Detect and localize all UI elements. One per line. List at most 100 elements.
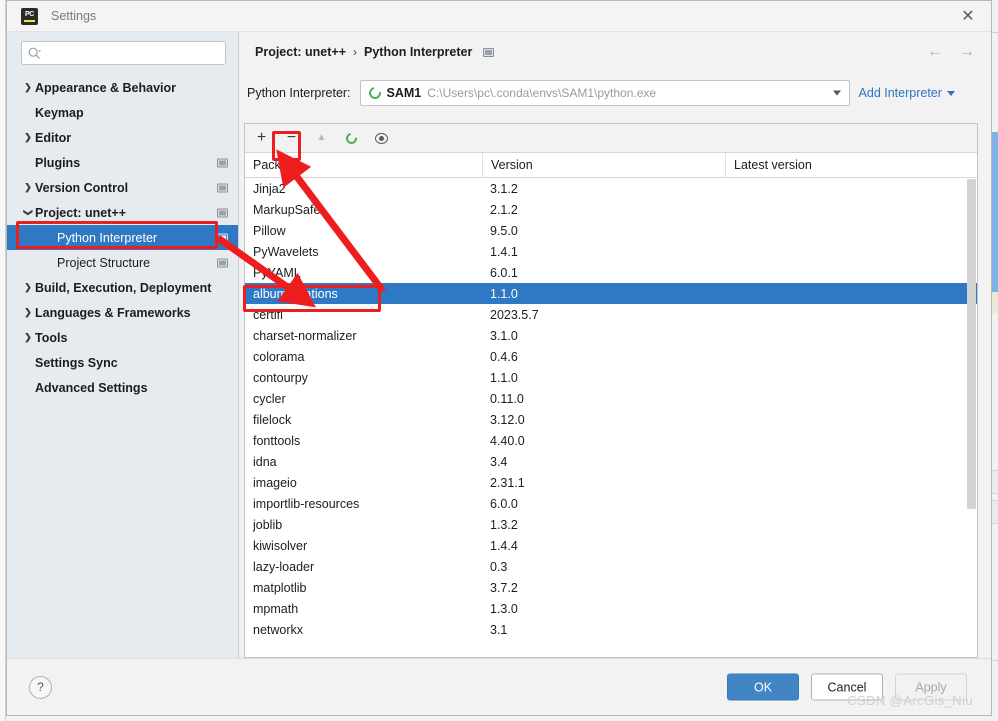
chevron-right-icon[interactable]: ❯: [21, 283, 35, 292]
table-row[interactable]: Pillow 9.5.0: [245, 220, 977, 241]
package-name-cell: joblib: [253, 517, 283, 532]
sidebar-item-tools[interactable]: ❯ Tools: [7, 325, 238, 350]
breadcrumb-root[interactable]: Project: unet++: [255, 45, 346, 59]
settings-sidebar: ❯ Appearance & Behavior Keymap ❯ Editor Plugi…: [7, 32, 239, 658]
settings-tree: ❯ Appearance & Behavior Keymap ❯ Editor Plugi…: [7, 72, 238, 658]
sidebar-item-label: Advanced Settings: [35, 380, 148, 395]
search-box[interactable]: [21, 41, 226, 65]
package-name-cell: MarkupSafe: [253, 202, 321, 217]
scope-badge-icon: [217, 233, 228, 242]
table-row[interactable]: idna 3.4: [245, 451, 977, 472]
dialog-footer: ? OK Cancel Apply CSDN @ArcGis_Niu: [7, 658, 991, 715]
package-name-cell: fonttools: [253, 433, 301, 448]
table-row[interactable]: joblib 1.3.2: [245, 514, 977, 535]
package-name-cell: PyYAML: [253, 265, 301, 280]
help-button[interactable]: ?: [29, 675, 52, 699]
sidebar-item-build-execution-deployment[interactable]: ❯ Build, Execution, Deployment: [7, 275, 238, 300]
table-row[interactable]: Jinja2 3.1.2: [245, 178, 977, 199]
refresh-button[interactable]: [343, 130, 360, 147]
conda-env-icon: [366, 84, 383, 102]
table-row[interactable]: MarkupSafe 2.1.2: [245, 199, 977, 220]
sidebar-item-plugins[interactable]: Plugins: [7, 150, 238, 175]
interpreter-path: C:\Users\pc\.conda\envs\SAM1\python.exe: [427, 86, 657, 100]
chevron-down-icon[interactable]: [832, 90, 841, 96]
table-row[interactable]: charset-normalizer 3.1.0: [245, 325, 977, 346]
upgrade-package-button[interactable]: ▲: [313, 130, 330, 147]
table-row[interactable]: importlib-resources 6.0.0: [245, 493, 977, 514]
arrow-right-icon[interactable]: →: [959, 44, 975, 60]
package-version-cell: 1.4.1: [490, 244, 518, 259]
search-input[interactable]: [44, 45, 219, 61]
sidebar-item-label: Version Control: [35, 180, 129, 195]
scope-badge-icon: [217, 208, 228, 217]
chevron-right-icon[interactable]: ❯: [21, 133, 35, 142]
chevron-right-icon[interactable]: ❯: [21, 308, 35, 317]
package-name-cell: mpmath: [253, 601, 299, 616]
add-interpreter-button[interactable]: Add Interpreter: [859, 86, 955, 100]
sidebar-item-project-structure[interactable]: Project Structure: [7, 250, 238, 275]
chevron-down-icon[interactable]: ❯: [24, 206, 34, 220]
scope-badge-icon: [217, 258, 228, 267]
sidebar-item-settings-sync[interactable]: Settings Sync: [7, 350, 238, 375]
chevron-right-icon[interactable]: ❯: [21, 83, 35, 92]
annotation-box-remove-button: [272, 131, 301, 161]
package-name-cell: imageio: [253, 475, 297, 490]
cancel-button[interactable]: Cancel: [811, 673, 883, 701]
package-name-cell: importlib-resources: [253, 496, 360, 511]
title-bar: PC Settings ✕: [7, 1, 991, 32]
table-row[interactable]: PyWavelets 1.4.1: [245, 241, 977, 262]
table-row[interactable]: fonttools 4.40.0: [245, 430, 977, 451]
table-row[interactable]: cycler 0.11.0: [245, 388, 977, 409]
package-version-cell: 0.11.0: [490, 391, 524, 406]
package-version-cell: 6.0.0: [490, 496, 518, 511]
sidebar-item-appearance-behavior[interactable]: ❯ Appearance & Behavior: [7, 75, 238, 100]
footer-buttons: OK Cancel Apply: [727, 673, 967, 701]
table-row[interactable]: networkx 3.1: [245, 619, 977, 640]
sidebar-item-keymap[interactable]: Keymap: [7, 100, 238, 125]
package-version-cell: 1.4.4: [490, 538, 518, 553]
column-header-latest-version[interactable]: Latest version: [725, 153, 977, 177]
ok-button[interactable]: OK: [727, 673, 799, 701]
table-row[interactable]: kiwisolver 1.4.4: [245, 535, 977, 556]
package-version-cell: 3.1.2: [490, 181, 518, 196]
table-row[interactable]: mpmath 1.3.0: [245, 598, 977, 619]
package-name-cell: PyWavelets: [253, 244, 319, 259]
sidebar-item-advanced-settings[interactable]: Advanced Settings: [7, 375, 238, 400]
close-icon[interactable]: ✕: [945, 1, 991, 32]
breadcrumb: Project: unet++ › Python Interpreter ← →: [239, 32, 991, 72]
pycharm-icon: PC: [21, 7, 38, 25]
sidebar-item-label: Plugins: [35, 155, 81, 170]
package-version-cell: 2.1.2: [490, 202, 518, 217]
add-package-button[interactable]: +: [253, 130, 270, 147]
packages-scrollbar[interactable]: [967, 179, 976, 597]
sidebar-item-version-control[interactable]: ❯ Version Control: [7, 175, 238, 200]
package-version-cell: 0.3: [490, 559, 508, 574]
table-row[interactable]: contourpy 1.1.0: [245, 367, 977, 388]
interpreter-row: Python Interpreter: SAM1 C:\Users\pc\.co…: [239, 72, 991, 114]
interpreter-select[interactable]: SAM1 C:\Users\pc\.conda\envs\SAM1\python…: [359, 80, 850, 106]
table-row[interactable]: filelock 3.12.0: [245, 409, 977, 430]
packages-scrollbar-thumb[interactable]: [967, 179, 976, 509]
table-row[interactable]: colorama 0.4.6: [245, 346, 977, 367]
pycharm-icon-accent: [24, 19, 35, 22]
sidebar-item-label: Keymap: [35, 105, 84, 120]
chevron-right-icon[interactable]: ❯: [21, 183, 35, 192]
sidebar-item-label: Settings Sync: [35, 355, 118, 370]
annotation-box-python-interpreter: [16, 221, 218, 249]
column-header-version[interactable]: Version: [482, 153, 725, 177]
table-row[interactable]: matplotlib 3.7.2: [245, 577, 977, 598]
package-name-cell: kiwisolver: [253, 538, 308, 553]
project-scope-icon: [483, 47, 495, 57]
navigation-arrows: ← →: [927, 44, 975, 60]
chevron-down-icon: [946, 90, 955, 96]
table-row[interactable]: PyYAML 6.0.1: [245, 262, 977, 283]
table-row[interactable]: imageio 2.31.1: [245, 472, 977, 493]
add-interpreter-label: Add Interpreter: [858, 86, 942, 100]
sidebar-item-editor[interactable]: ❯ Editor: [7, 125, 238, 150]
show-early-releases-button[interactable]: [373, 130, 390, 147]
chevron-right-icon[interactable]: ❯: [21, 333, 35, 342]
sidebar-item-languages-frameworks[interactable]: ❯ Languages & Frameworks: [7, 300, 238, 325]
table-row[interactable]: lazy-loader 0.3: [245, 556, 977, 577]
search-icon: [28, 47, 41, 59]
arrow-left-icon[interactable]: ←: [927, 44, 943, 60]
